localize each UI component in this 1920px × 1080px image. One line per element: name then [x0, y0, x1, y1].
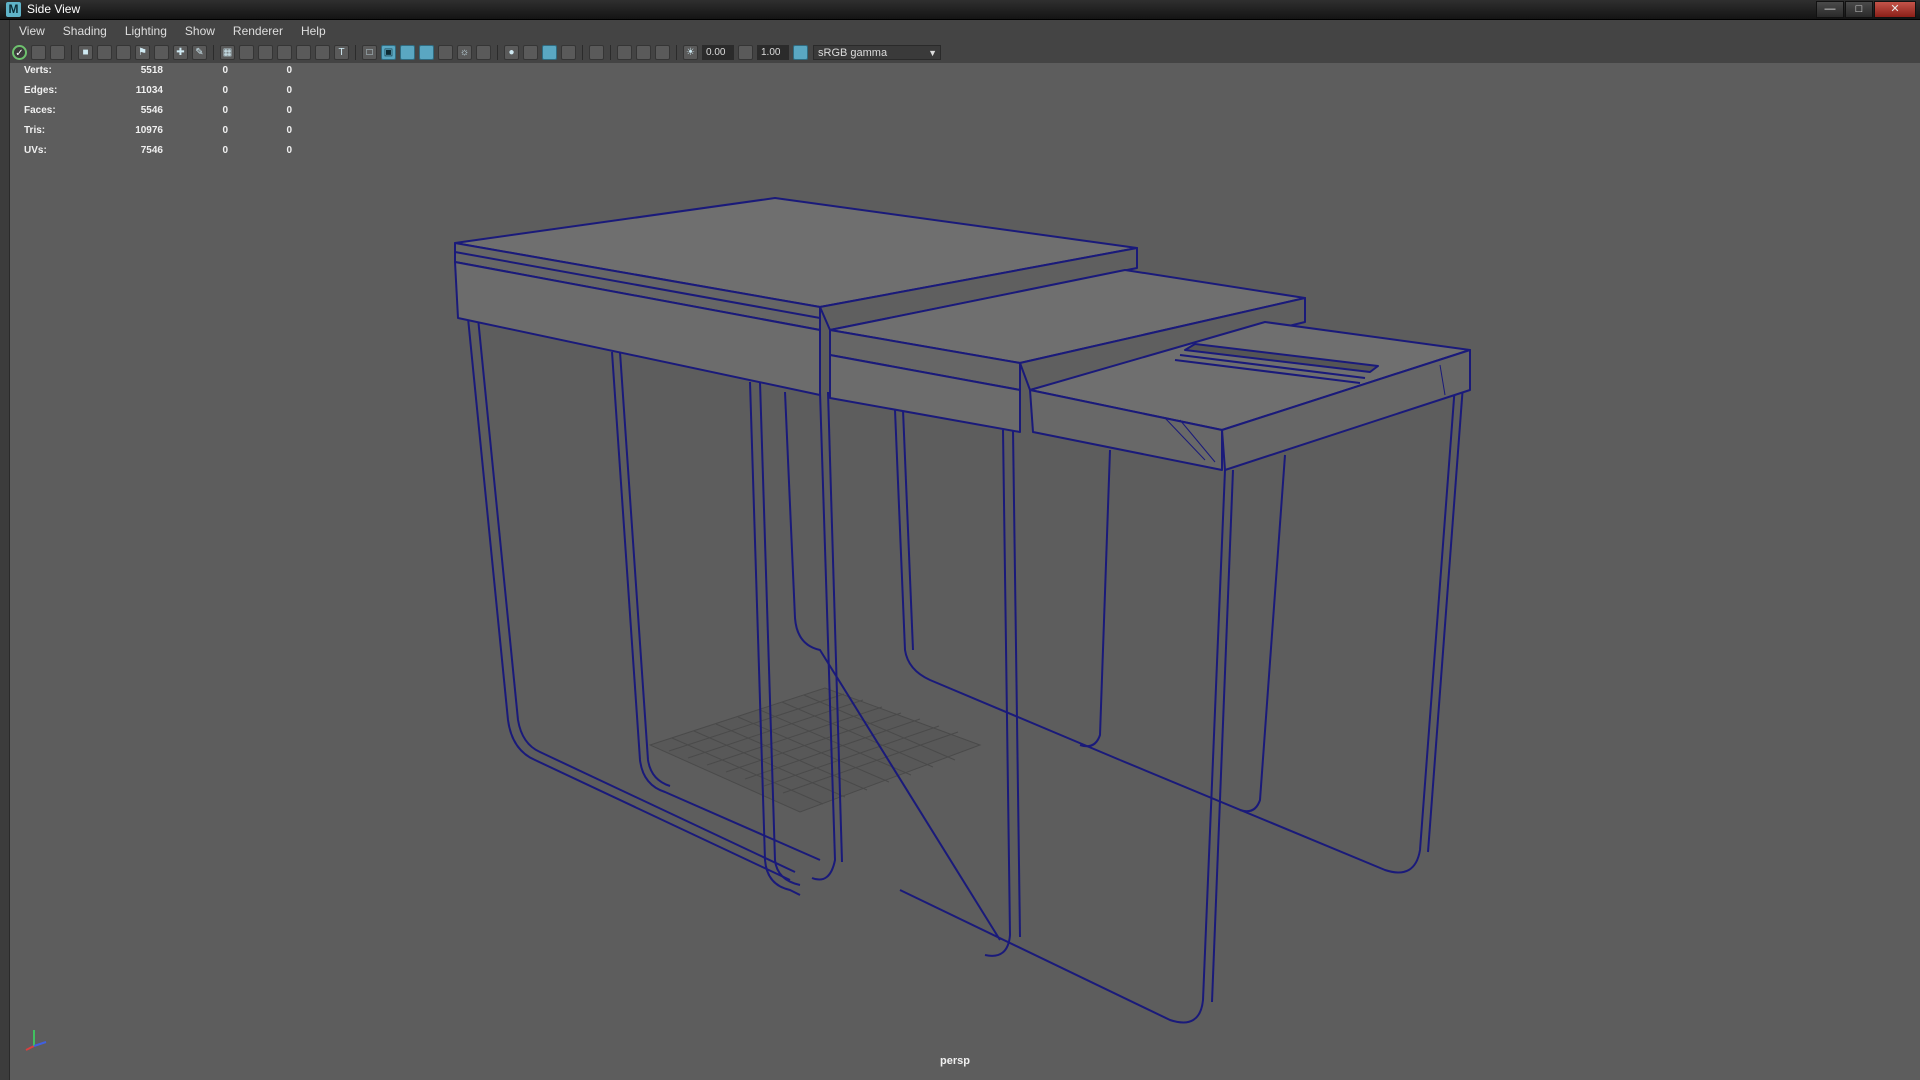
medium-table-leg	[1012, 429, 1021, 938]
nesting-tables-model[interactable]	[0, 0, 1920, 1080]
large-table-leg	[749, 381, 801, 896]
medium-table-leg	[984, 429, 1011, 957]
x-axis-icon	[25, 1045, 35, 1051]
ground-grid	[648, 687, 982, 813]
medium-table-leg	[1079, 449, 1111, 748]
axis-gizmo	[25, 1030, 47, 1051]
small-table-leg	[1239, 454, 1286, 813]
z-axis-icon	[33, 1041, 47, 1047]
small-table-leg	[1427, 384, 1464, 853]
camera-name-label: persp	[940, 1055, 970, 1067]
